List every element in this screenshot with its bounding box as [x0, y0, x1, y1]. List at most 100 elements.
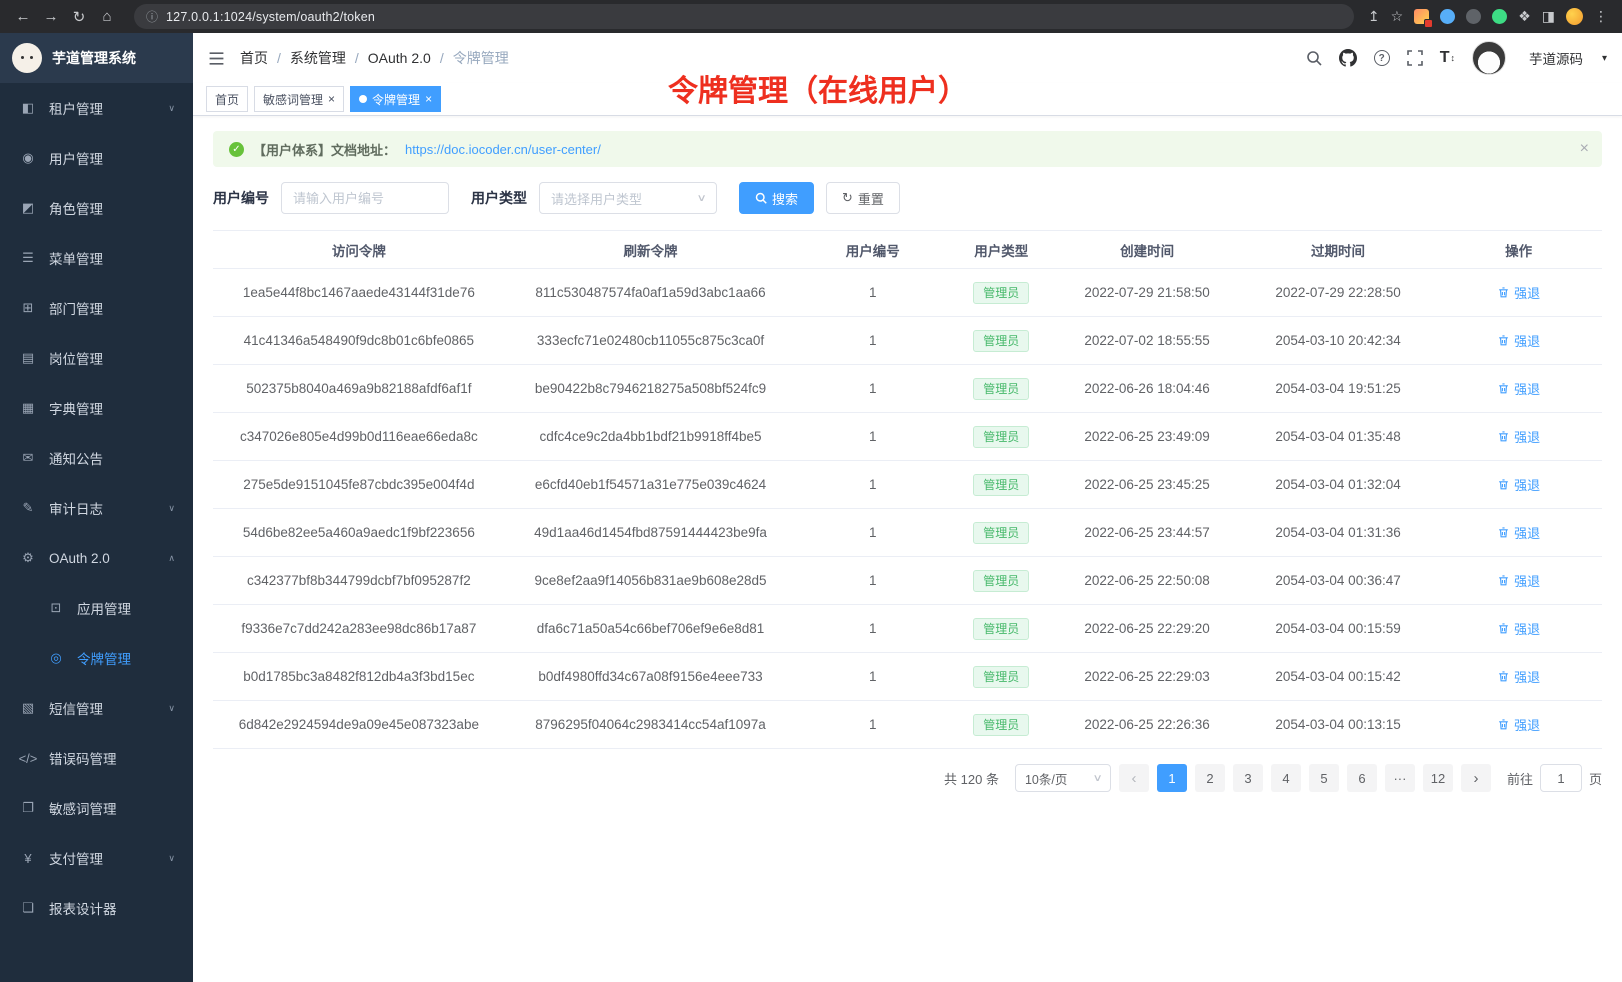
- extension-icon-3[interactable]: [1466, 9, 1481, 24]
- force-logout-button[interactable]: 强退: [1497, 427, 1540, 446]
- sidebar-item-dict[interactable]: ▦ 字典管理: [0, 383, 193, 433]
- tab-close-icon[interactable]: ×: [425, 93, 432, 105]
- sidebar-item-sms[interactable]: ▧ 短信管理 ∨: [0, 683, 193, 733]
- share-icon[interactable]: ↥: [1368, 8, 1380, 25]
- main-area: 首页/系统管理/OAuth 2.0/令牌管理 ? T↕ 芋道源码 ▾ 首页: [193, 33, 1622, 982]
- tab-close-icon[interactable]: ×: [328, 93, 335, 105]
- user-id-label: 用户编号: [213, 188, 269, 208]
- select-caret-icon: ∨: [1092, 773, 1102, 784]
- force-logout-button[interactable]: 强退: [1497, 475, 1540, 494]
- extensions-puzzle-icon[interactable]: ❖: [1518, 8, 1531, 25]
- page-size-select[interactable]: 10条/页 ∨: [1015, 764, 1111, 792]
- bookmark-star-icon[interactable]: ☆: [1391, 8, 1404, 25]
- collapse-sidebar-icon[interactable]: [208, 50, 225, 67]
- post-icon: ▤: [18, 350, 38, 366]
- search-button[interactable]: 搜索: [739, 182, 814, 214]
- force-logout-button[interactable]: 强退: [1497, 379, 1540, 398]
- extension-icon-2[interactable]: [1440, 9, 1455, 24]
- create-time-cell: 2022-06-25 22:50:08: [1053, 557, 1241, 605]
- browser-menu-icon[interactable]: ⋮: [1594, 8, 1608, 25]
- github-icon[interactable]: [1339, 49, 1357, 67]
- page-button-6[interactable]: 6: [1347, 764, 1377, 792]
- force-logout-button[interactable]: 强退: [1497, 523, 1540, 542]
- refresh-token-cell: dfa6c71a50a54c66bef706ef9e6e8d81: [505, 605, 797, 653]
- sidebar-item-notice[interactable]: ✉ 通知公告: [0, 433, 193, 483]
- page-button-12[interactable]: 12: [1423, 764, 1453, 792]
- sidebar-item-oauth2-application[interactable]: ⊡ 应用管理: [0, 583, 193, 633]
- page-button-2[interactable]: 2: [1195, 764, 1225, 792]
- goto-suffix: 页: [1589, 769, 1602, 788]
- chevron-icon: ∧: [168, 553, 175, 564]
- doc-link[interactable]: https://doc.iocoder.cn/user-center/: [405, 142, 601, 157]
- force-logout-button[interactable]: 强退: [1497, 715, 1540, 734]
- token-table: 访问令牌刷新令牌用户编号用户类型创建时间过期时间操作 1ea5e44f8bc14…: [213, 230, 1602, 749]
- url-bar[interactable]: ⓘ 127.0.0.1:1024/system/oauth2/token: [134, 4, 1354, 29]
- extension-icon-1[interactable]: [1414, 9, 1429, 24]
- fullscreen-icon[interactable]: [1407, 50, 1423, 66]
- sidebar-item-report-designer[interactable]: ❏ 报表设计器: [0, 883, 193, 933]
- side-panel-icon[interactable]: ◨: [1542, 8, 1555, 25]
- breadcrumb-item-0[interactable]: 首页: [240, 48, 268, 68]
- create-time-cell: 2022-06-25 23:44:57: [1053, 509, 1241, 557]
- sidebar-item-oauth2-token[interactable]: ◎ 令牌管理: [0, 633, 193, 683]
- tab-oauth2-token[interactable]: 令牌管理 ×: [350, 86, 441, 112]
- refresh-token-cell: 9ce8ef2aa9f14056b831ae9b608e28d5: [505, 557, 797, 605]
- force-logout-button[interactable]: 强退: [1497, 667, 1540, 686]
- user-id-input[interactable]: [281, 182, 449, 214]
- page-button-5[interactable]: 5: [1309, 764, 1339, 792]
- browser-forward-button[interactable]: →: [38, 4, 64, 30]
- total-count: 共 120 条: [944, 769, 999, 788]
- user-menu-caret-icon[interactable]: ▾: [1602, 53, 1607, 64]
- alert-close-icon[interactable]: ×: [1580, 140, 1589, 158]
- expire-time-cell: 2054-03-10 20:42:34: [1241, 317, 1435, 365]
- tab-home[interactable]: 首页: [206, 86, 248, 112]
- sidebar-item-pay[interactable]: ¥ 支付管理 ∨: [0, 833, 193, 883]
- create-time-cell: 2022-06-25 23:45:25: [1053, 461, 1241, 509]
- force-logout-button[interactable]: 强退: [1497, 331, 1540, 350]
- user-type-cell: 管理员: [949, 605, 1053, 653]
- next-page-button[interactable]: ›: [1461, 764, 1491, 792]
- browser-reload-button[interactable]: ↻: [66, 4, 92, 30]
- user-type-select[interactable]: 请选择用户类型 ∨: [539, 182, 717, 214]
- role-icon: ◩: [18, 200, 38, 216]
- search-icon[interactable]: [1306, 50, 1322, 66]
- reset-button[interactable]: ↻ 重置: [826, 182, 900, 214]
- browser-back-button[interactable]: ←: [10, 4, 36, 30]
- help-icon[interactable]: ?: [1374, 50, 1390, 66]
- page-button-4[interactable]: 4: [1271, 764, 1301, 792]
- sidebar-item-tenant[interactable]: ◧ 租户管理 ∨: [0, 83, 193, 133]
- sidebar-item-error-code[interactable]: </> 错误码管理: [0, 733, 193, 783]
- sidebar-item-user[interactable]: ◉ 用户管理: [0, 133, 193, 183]
- access-token-cell: 41c41346a548490f9dc8b01c6bfe0865: [213, 317, 505, 365]
- sidebar-item-sensitive-word[interactable]: ❐ 敏感词管理: [0, 783, 193, 833]
- prev-page-button[interactable]: ‹: [1119, 764, 1149, 792]
- font-size-icon[interactable]: T↕: [1440, 49, 1455, 67]
- site-info-icon[interactable]: ⓘ: [146, 8, 158, 25]
- sidebar-item-role[interactable]: ◩ 角色管理: [0, 183, 193, 233]
- page-button-1[interactable]: 1: [1157, 764, 1187, 792]
- page-more-button[interactable]: ···: [1385, 764, 1415, 792]
- browser-profile-avatar[interactable]: [1566, 8, 1583, 25]
- user-type-cell: 管理员: [949, 653, 1053, 701]
- goto-page-input[interactable]: [1540, 764, 1582, 792]
- sidebar-item-post[interactable]: ▤ 岗位管理: [0, 333, 193, 383]
- force-logout-button[interactable]: 强退: [1497, 619, 1540, 638]
- username[interactable]: 芋道源码: [1529, 48, 1583, 68]
- sidebar-item-oauth2[interactable]: ⚙ OAuth 2.0 ∧: [0, 533, 193, 583]
- force-logout-button[interactable]: 强退: [1497, 283, 1540, 302]
- breadcrumb-item-2[interactable]: OAuth 2.0: [368, 50, 431, 66]
- force-logout-button[interactable]: 强退: [1497, 571, 1540, 590]
- sidebar-item-dept[interactable]: ⊞ 部门管理: [0, 283, 193, 333]
- user-type-cell: 管理员: [949, 269, 1053, 317]
- user-avatar[interactable]: [1472, 41, 1506, 75]
- sidebar-item-audit-log[interactable]: ✎ 审计日志 ∨: [0, 483, 193, 533]
- breadcrumb-item-1[interactable]: 系统管理: [290, 48, 346, 68]
- browser-home-button[interactable]: ⌂: [94, 4, 120, 30]
- extension-icon-4[interactable]: [1492, 9, 1507, 24]
- tab-sensitive-word[interactable]: 敏感词管理 ×: [254, 86, 344, 112]
- url-text: 127.0.0.1:1024/system/oauth2/token: [166, 10, 375, 24]
- sidebar-item-menu[interactable]: ☰ 菜单管理: [0, 233, 193, 283]
- table-row: 6d842e2924594de9a09e45e087323abe 8796295…: [213, 701, 1602, 749]
- user-type-tag: 管理员: [973, 330, 1029, 352]
- page-button-3[interactable]: 3: [1233, 764, 1263, 792]
